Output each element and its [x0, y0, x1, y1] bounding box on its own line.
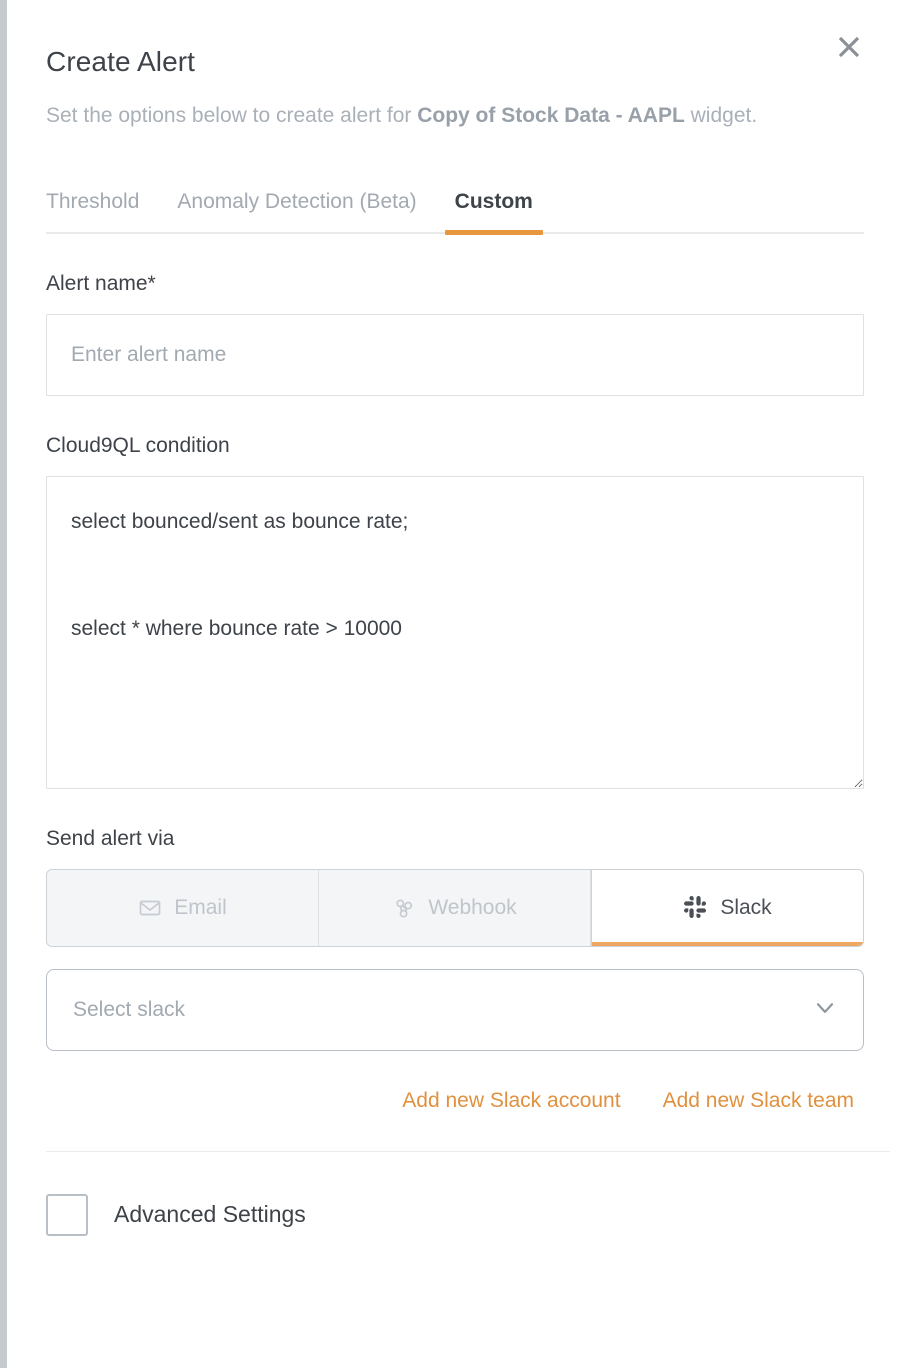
add-new-slack-team-link[interactable]: Add new Slack team — [663, 1089, 854, 1113]
send-via-email-button[interactable]: Email — [47, 869, 319, 946]
alert-type-tabs: Threshold Anomaly Detection (Beta) Custo… — [46, 190, 864, 235]
slack-select-wrapper: Select slack — [46, 968, 864, 1051]
send-alert-via-label: Send alert via — [46, 826, 175, 850]
advanced-settings-row: Advanced Settings — [46, 1193, 864, 1236]
send-via-slack-button[interactable]: Slack — [591, 869, 863, 946]
slack-select[interactable]: Select slack — [46, 968, 864, 1051]
subtitle-prefix: Set the options below to create alert fo… — [46, 104, 418, 127]
cloud9ql-condition-label: Cloud9QL condition — [46, 433, 230, 457]
create-alert-modal: Create Alert Set the options below to cr… — [0, 0, 904, 1368]
advanced-settings-checkbox[interactable] — [46, 1193, 88, 1236]
webhook-icon — [392, 896, 416, 920]
add-new-slack-account-link[interactable]: Add new Slack account — [402, 1089, 620, 1113]
send-via-email-label: Email — [174, 895, 227, 919]
subtitle-suffix: widget. — [684, 104, 758, 127]
subtitle-widget-name: Copy of Stock Data - AAPL — [417, 104, 685, 127]
slack-select-placeholder: Select slack — [73, 997, 186, 1021]
send-alert-via-segmented-control: Email Webhook Slack — [46, 868, 864, 947]
cloud9ql-condition-textarea[interactable]: select bounced/sent as bounce rate; sele… — [46, 475, 864, 789]
send-via-webhook-label: Webhook — [428, 895, 517, 919]
slack-links-row: Add new Slack account Add new Slack team — [46, 1089, 864, 1113]
alert-name-input[interactable] — [46, 313, 864, 396]
page-title: Create Alert — [46, 46, 196, 77]
tab-threshold[interactable]: Threshold — [46, 190, 139, 232]
modal-subtitle: Set the options below to create alert fo… — [46, 78, 816, 134]
section-divider — [46, 1150, 890, 1152]
alert-name-label: Alert name* — [46, 271, 156, 295]
envelope-icon — [138, 896, 162, 920]
send-via-slack-label: Slack — [720, 895, 772, 919]
tab-anomaly-detection[interactable]: Anomaly Detection (Beta) — [177, 190, 416, 232]
slack-icon — [683, 895, 708, 920]
tab-custom[interactable]: Custom — [444, 190, 544, 235]
send-via-webhook-button[interactable]: Webhook — [319, 869, 591, 946]
advanced-settings-label[interactable]: Advanced Settings — [114, 1201, 306, 1228]
modal-content: Create Alert Set the options below to cr… — [0, 0, 904, 1236]
